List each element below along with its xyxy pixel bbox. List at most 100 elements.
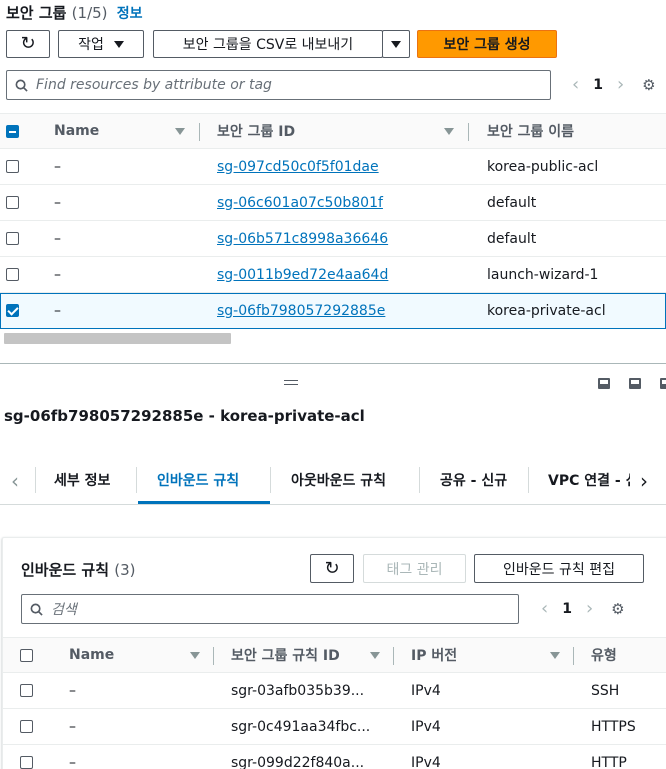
inbound-select-all-checkbox[interactable] <box>20 649 33 662</box>
table-row[interactable]: – sg-06b571c8998a36646 default <box>0 221 666 257</box>
row-checkbox[interactable] <box>6 196 19 209</box>
column-separator[interactable] <box>213 647 214 665</box>
search-icon <box>30 603 43 616</box>
table-row[interactable]: – sg-06c601a07c50b801f default <box>0 185 666 221</box>
inbound-column-type[interactable]: 유형 <box>591 638 617 672</box>
tab-separator <box>419 467 420 493</box>
inbound-page-number[interactable]: 1 <box>562 601 572 617</box>
column-header-id[interactable]: 보안 그룹 ID <box>217 114 295 148</box>
rule-type: HTTPS <box>591 718 636 735</box>
inbound-pagination: ‹ 1 › ⚙ <box>541 598 625 619</box>
detail-title: sg-06fb798057292885e - korea-private-acl <box>4 407 365 425</box>
inbound-column-ip-version[interactable]: IP 버전 <box>411 638 457 672</box>
tab-outbound-rules[interactable]: 아웃바운드 규칙 <box>291 455 386 505</box>
edit-inbound-rules-button[interactable]: 인바운드 규칙 편집 <box>474 554 644 583</box>
row-name: – <box>54 266 61 283</box>
sort-caret-icon[interactable] <box>190 652 200 659</box>
security-group-id-link[interactable]: sg-06b571c8998a36646 <box>217 221 388 256</box>
chevron-right-icon[interactable]: › <box>617 74 624 95</box>
row-checkbox-checked[interactable] <box>6 304 19 317</box>
tab-separator <box>35 467 36 493</box>
chevron-left-icon[interactable]: ‹ <box>541 598 548 619</box>
table-row-selected[interactable]: – sg-06fb798057292885e korea-private-acl <box>0 293 666 329</box>
tab-details[interactable]: 세부 정보 <box>54 455 110 505</box>
row-name: – <box>54 194 61 211</box>
refresh-button[interactable]: ↻ <box>6 30 50 58</box>
security-group-id-link[interactable]: sg-0011b9ed72e4aa64d <box>217 257 388 292</box>
inbound-column-rule-id[interactable]: 보안 그룹 규칙 ID <box>231 638 340 672</box>
row-name: – <box>54 158 61 175</box>
row-name: – <box>54 303 61 319</box>
sort-caret-icon[interactable] <box>550 652 560 659</box>
table-header: Name 보안 그룹 ID 보안 그룹 이름 <box>0 113 666 149</box>
sort-caret-icon[interactable] <box>175 128 185 135</box>
column-header-name-label: Name <box>54 123 100 139</box>
export-dropdown-button[interactable] <box>382 30 410 58</box>
column-separator[interactable] <box>393 647 394 665</box>
gear-icon[interactable]: ⚙ <box>642 76 655 94</box>
inbound-rules-title-text: 인바운드 규칙 <box>21 561 110 579</box>
actions-button[interactable]: 작업 <box>58 30 144 58</box>
inbound-column-name[interactable]: Name <box>69 638 114 672</box>
sort-caret-icon[interactable] <box>370 652 380 659</box>
row-checkbox[interactable] <box>20 684 33 697</box>
column-header-group-name[interactable]: 보안 그룹 이름 <box>487 114 574 148</box>
panel-close-icon[interactable] <box>660 378 666 389</box>
row-checkbox[interactable] <box>6 160 19 173</box>
tab-details-label: 세부 정보 <box>54 473 111 489</box>
inbound-refresh-button[interactable]: ↻ <box>310 554 354 583</box>
tab-vpc-association[interactable]: VPC 연결 - 신 <box>548 455 630 505</box>
pagination: ‹ 1 › ⚙ <box>572 74 656 95</box>
table-row[interactable]: – sgr-0c491aa34fbc... IPv4 HTTPS <box>3 709 666 745</box>
gear-icon[interactable]: ⚙ <box>611 600 624 618</box>
manage-tags-button[interactable]: 태그 관리 <box>363 554 466 583</box>
sort-caret-icon[interactable] <box>444 128 454 135</box>
drag-handle-icon[interactable] <box>284 380 298 385</box>
column-header-id-label: 보안 그룹 ID <box>217 124 296 140</box>
create-security-group-button[interactable]: 보안 그룹 생성 <box>417 30 557 58</box>
export-csv-label: 보안 그룹을 CSV로 내보내기 <box>182 37 354 53</box>
security-group-id-link[interactable]: sg-06fb798057292885e <box>217 294 385 328</box>
inbound-table-header: Name 보안 그룹 규칙 ID IP 버전 유형 <box>3 637 666 673</box>
chevron-left-icon[interactable]: ‹ <box>572 74 579 95</box>
column-separator[interactable] <box>468 123 469 141</box>
tabs-underline <box>0 504 666 505</box>
table-row[interactable]: – sg-0011b9ed72e4aa64d launch-wizard-1 <box>0 257 666 293</box>
inbound-column-type-label: 유형 <box>591 648 617 664</box>
table-row[interactable]: – sgr-099d22f840a... IPv4 HTTP <box>3 745 666 769</box>
actions-label: 작업 <box>78 37 104 53</box>
table-row[interactable]: – sg-097cd50c0f5f01dae korea-public-acl <box>0 149 666 185</box>
info-link[interactable]: 정보 <box>117 6 143 22</box>
inbound-search-input[interactable]: 검색 <box>21 594 519 624</box>
panel-side-icon[interactable] <box>629 378 641 389</box>
security-group-name: default <box>487 194 537 211</box>
horizontal-scrollbar[interactable] <box>4 333 231 344</box>
column-header-name[interactable]: Name <box>54 114 99 148</box>
page-number[interactable]: 1 <box>593 77 603 93</box>
table-row[interactable]: – sgr-03afb035b39... IPv4 SSH <box>3 673 666 709</box>
row-checkbox[interactable] <box>6 232 19 245</box>
select-all-checkbox[interactable] <box>6 125 19 138</box>
chevron-right-icon[interactable]: › <box>586 598 593 619</box>
column-separator[interactable] <box>199 123 200 141</box>
row-checkbox[interactable] <box>20 720 33 733</box>
tab-sharing[interactable]: 공유 - 신규 <box>440 455 507 505</box>
search-input[interactable]: Find resources by attribute or tag <box>6 70 551 100</box>
security-group-id-link[interactable]: sg-06c601a07c50b801f <box>217 185 383 220</box>
row-name: – <box>54 230 61 247</box>
tab-inbound-rules[interactable]: 인바운드 규칙 <box>157 455 239 505</box>
row-checkbox[interactable] <box>20 756 33 769</box>
tab-vpc-association-label: VPC 연결 - 신 <box>548 473 630 489</box>
inbound-column-ip-version-label: IP 버전 <box>411 648 458 664</box>
chevron-right-icon[interactable]: › <box>640 469 648 493</box>
chevron-left-icon[interactable]: ‹ <box>11 469 19 493</box>
column-header-group-name-label: 보안 그룹 이름 <box>487 124 575 140</box>
row-checkbox[interactable] <box>6 268 19 281</box>
edit-inbound-rules-label: 인바운드 규칙 편집 <box>503 561 615 578</box>
selection-count: (1/5) <box>71 4 108 22</box>
inbound-rules-title: 인바운드 규칙 (3) <box>21 559 136 580</box>
export-csv-button[interactable]: 보안 그룹을 CSV로 내보내기 <box>153 30 383 58</box>
security-group-id-link[interactable]: sg-097cd50c0f5f01dae <box>217 149 379 184</box>
column-separator[interactable] <box>573 647 574 665</box>
panel-bottom-icon[interactable] <box>598 378 610 389</box>
